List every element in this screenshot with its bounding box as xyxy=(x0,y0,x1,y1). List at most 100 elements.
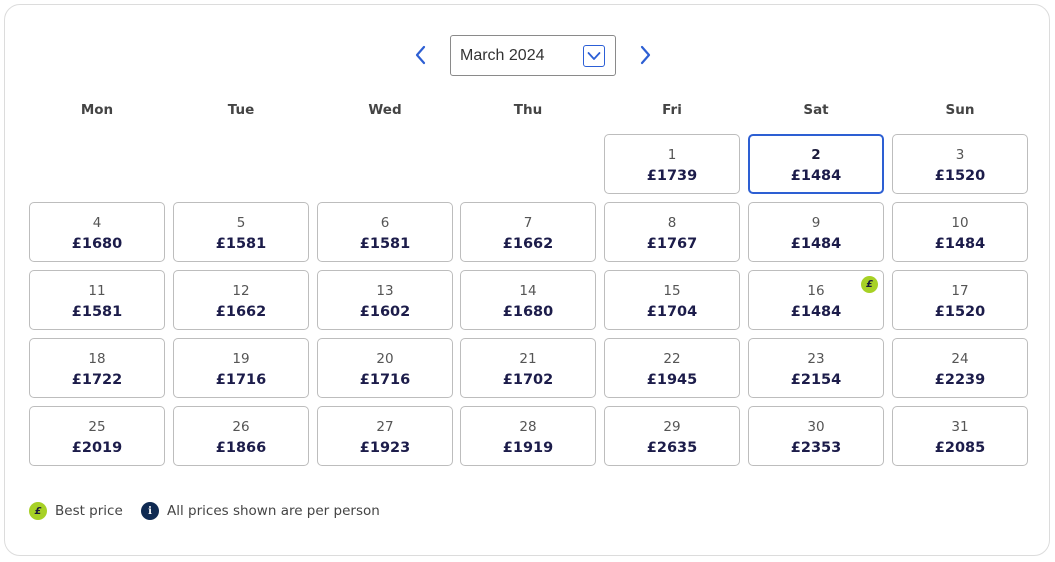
day-number: 30 xyxy=(807,419,825,435)
day-cell-12[interactable]: 12 £1662 xyxy=(173,270,309,330)
day-cell-4[interactable]: 4 £1680 xyxy=(29,202,165,262)
day-number: 13 xyxy=(376,283,394,299)
day-cell-22[interactable]: 22 £1945 xyxy=(604,338,740,398)
day-number: 20 xyxy=(376,351,394,367)
day-cell-31[interactable]: 31 £2085 xyxy=(892,406,1028,466)
day-price: £2019 xyxy=(71,440,123,456)
day-cell-14[interactable]: 14 £1680 xyxy=(460,270,596,330)
day-cell-2[interactable]: 2 £1484 xyxy=(748,134,884,194)
day-cell-17[interactable]: 17 £1520 xyxy=(892,270,1028,330)
month-select[interactable]: March 2024 xyxy=(450,35,616,76)
weekday-mon: Mon xyxy=(80,102,114,118)
legend-info: i All prices shown are per person xyxy=(141,502,380,520)
day-number: 2 xyxy=(811,147,821,163)
day-cell-11[interactable]: 11 £1581 xyxy=(29,270,165,330)
day-cell-7[interactable]: 7 £1662 xyxy=(460,202,596,262)
weekday-thu: Thu xyxy=(513,102,543,118)
day-number: 28 xyxy=(519,419,537,435)
day-number: 19 xyxy=(232,351,250,367)
day-number: 12 xyxy=(232,283,250,299)
chevron-down-icon xyxy=(583,45,605,67)
day-number: 29 xyxy=(663,419,681,435)
day-number: 3 xyxy=(955,147,965,163)
day-cell-29[interactable]: 29 £2635 xyxy=(604,406,740,466)
weekday-wed: Wed xyxy=(368,102,402,118)
day-price: £1662 xyxy=(502,236,554,252)
day-cell-6[interactable]: 6 £1581 xyxy=(317,202,453,262)
day-price: £1581 xyxy=(359,236,411,252)
day-price: £1581 xyxy=(71,304,123,320)
day-cell-21[interactable]: 21 £1702 xyxy=(460,338,596,398)
day-number: 26 xyxy=(232,419,250,435)
day-number: 27 xyxy=(376,419,394,435)
next-month-button[interactable] xyxy=(634,43,658,67)
weekday-tue: Tue xyxy=(227,102,255,118)
day-cell-19[interactable]: 19 £1716 xyxy=(173,338,309,398)
day-price: £1680 xyxy=(502,304,554,320)
day-cell-27[interactable]: 27 £1923 xyxy=(317,406,453,466)
day-price: £1767 xyxy=(646,236,698,252)
day-cell-1[interactable]: 1 £1739 xyxy=(604,134,740,194)
day-price: £1722 xyxy=(71,372,123,388)
day-price: £1866 xyxy=(215,440,267,456)
legend-best-price: £ Best price xyxy=(29,502,123,520)
day-price: £2154 xyxy=(790,372,842,388)
day-price: £1945 xyxy=(646,372,698,388)
day-number: 9 xyxy=(811,215,821,231)
day-number: 25 xyxy=(88,419,106,435)
day-price: £1704 xyxy=(646,304,698,320)
day-number: 17 xyxy=(951,283,969,299)
weekday-sat: Sat xyxy=(803,102,829,118)
day-cell-28[interactable]: 28 £1919 xyxy=(460,406,596,466)
day-number: 6 xyxy=(380,215,390,231)
day-cell-9[interactable]: 9 £1484 xyxy=(748,202,884,262)
day-number: 7 xyxy=(523,215,533,231)
weekday-sun: Sun xyxy=(945,102,975,118)
day-cell-20[interactable]: 20 £1716 xyxy=(317,338,453,398)
day-cell-26[interactable]: 26 £1866 xyxy=(173,406,309,466)
day-number: 21 xyxy=(519,351,537,367)
day-cell-5[interactable]: 5 £1581 xyxy=(173,202,309,262)
day-price: £2085 xyxy=(934,440,986,456)
day-number: 14 xyxy=(519,283,537,299)
day-number: 15 xyxy=(663,283,681,299)
day-number: 22 xyxy=(663,351,681,367)
day-price: £1581 xyxy=(215,236,267,252)
day-price: £1919 xyxy=(502,440,554,456)
day-cell-10[interactable]: 10 £1484 xyxy=(892,202,1028,262)
day-price: £2353 xyxy=(790,440,842,456)
chevron-left-icon xyxy=(415,45,426,65)
day-cell-18[interactable]: 18 £1722 xyxy=(29,338,165,398)
day-cell-25[interactable]: 25 £2019 xyxy=(29,406,165,466)
day-cell-13[interactable]: 13 £1602 xyxy=(317,270,453,330)
previous-month-button[interactable] xyxy=(408,43,432,67)
day-price: £2635 xyxy=(646,440,698,456)
day-number: 5 xyxy=(236,215,246,231)
day-cell-16[interactable]: 16 £1484 £ xyxy=(748,270,884,330)
day-price: £1484 xyxy=(934,236,986,252)
calendar-panel: March 2024 Mon Tue Wed Thu Fri Sat Sun 1 £1739 2… xyxy=(4,4,1050,556)
day-price: £2239 xyxy=(934,372,986,388)
day-price: £1702 xyxy=(502,372,554,388)
chevron-right-icon xyxy=(640,45,651,65)
day-price: £1662 xyxy=(215,304,267,320)
day-cell-30[interactable]: 30 £2353 xyxy=(748,406,884,466)
day-cell-8[interactable]: 8 £1767 xyxy=(604,202,740,262)
day-cell-3[interactable]: 3 £1520 xyxy=(892,134,1028,194)
info-icon: i xyxy=(141,502,159,520)
day-number: 18 xyxy=(88,351,106,367)
day-price: £1739 xyxy=(646,168,698,184)
month-select-value: March 2024 xyxy=(460,46,545,64)
day-cell-23[interactable]: 23 £2154 xyxy=(748,338,884,398)
per-person-note: All prices shown are per person xyxy=(167,503,380,519)
day-cell-24[interactable]: 24 £2239 xyxy=(892,338,1028,398)
day-price: £1602 xyxy=(359,304,411,320)
weekday-fri: Fri xyxy=(662,102,682,118)
day-price: £1484 xyxy=(790,236,842,252)
best-price-icon: £ xyxy=(29,502,47,520)
best-price-label: Best price xyxy=(55,503,123,519)
day-cell-15[interactable]: 15 £1704 xyxy=(604,270,740,330)
day-number: 1 xyxy=(667,147,677,163)
day-number: 24 xyxy=(951,351,969,367)
day-number: 31 xyxy=(951,419,969,435)
